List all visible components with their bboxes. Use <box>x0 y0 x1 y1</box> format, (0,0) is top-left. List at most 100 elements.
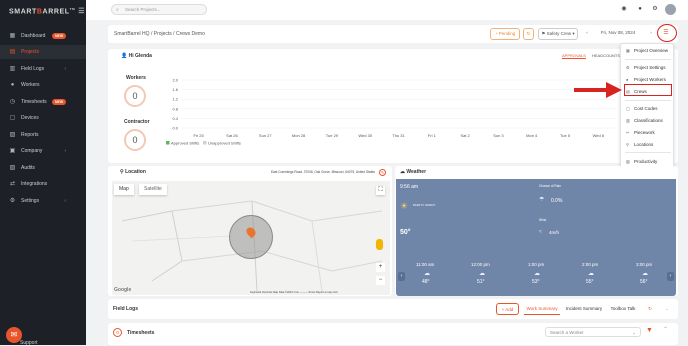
sidebar-item-settings[interactable]: ⚙ Settings ‹ <box>0 194 86 208</box>
field-logs-title: Field Logs <box>113 306 138 312</box>
sidebar-item-devices[interactable]: ▢ Devices <box>0 111 86 125</box>
smartbarrel-logo[interactable]: SMARTBARRELTM ☰ <box>9 7 85 15</box>
street-view-icon[interactable] <box>376 239 383 250</box>
zoom-in-button[interactable]: + <box>376 263 385 272</box>
refresh-icon[interactable]: ↻ <box>645 303 655 315</box>
tab-toolbox-talk[interactable]: Toolbox Talk <box>607 303 639 315</box>
bell-icon[interactable]: ◉ <box>620 5 628 13</box>
support-link[interactable]: Support <box>20 340 38 346</box>
menu-item-project-overview[interactable]: ▦ Project Overview <box>621 46 675 54</box>
sidebar-item-timesheets[interactable]: ◷ Timesheets NEW <box>0 95 86 109</box>
menu-item-piecework[interactable]: ✂ Piecework <box>621 128 675 136</box>
menu-item-productivity[interactable]: ▨ Productivity <box>621 157 675 165</box>
safety-crew-select[interactable]: ⚑ Safety Crew ▾ <box>538 28 578 40</box>
current-temp: 50° <box>400 229 411 236</box>
audits-icon: ▨ <box>9 164 16 171</box>
gear-icon[interactable]: ⚙ <box>651 5 659 13</box>
sidebar-item-field-logs[interactable]: ▥ Field Logs ‹ <box>0 62 86 76</box>
edit-location-icon[interactable]: ✎ <box>379 169 386 176</box>
sidebar-item-reports[interactable]: ▧ Reports <box>0 128 86 142</box>
weather-prev-button[interactable]: ‹ <box>398 272 405 281</box>
pending-button[interactable]: ◔ Pending <box>490 28 520 40</box>
menu-item-locations[interactable]: ⚲ Locations <box>621 140 675 148</box>
sidebar-item-projects[interactable]: ▤ Projects <box>0 45 86 59</box>
crews-highlight-box <box>624 84 672 96</box>
company-icon: ▣ <box>9 147 16 154</box>
sidebar: SMARTBARRELTM ☰ ▦ Dashboard NEW ▤ Project… <box>0 0 86 346</box>
weather-next-button[interactable]: › <box>667 272 674 281</box>
workers-count: 0 <box>124 85 146 107</box>
hour-temp: 53° <box>532 279 540 285</box>
cloud-icon: ☁ <box>588 271 594 277</box>
sidebar-item-integrations[interactable]: ⇄ Integrations <box>0 177 86 191</box>
x-tick-label: Wed 6 <box>593 133 605 138</box>
search-input[interactable]: ⌕ Search Projects... <box>111 4 207 15</box>
divider <box>625 152 671 153</box>
tab-headcounts[interactable]: HEADCOUNTS <box>592 53 620 58</box>
filter-icon[interactable]: ▼ <box>646 327 653 334</box>
cloud-icon: ☁ <box>642 271 648 277</box>
sidebar-item-audits[interactable]: ▨ Audits <box>0 161 86 175</box>
sidebar-item-dashboard[interactable]: ▦ Dashboard NEW <box>0 29 86 43</box>
timesheets-count: 0 <box>113 328 122 337</box>
hamburger-icon[interactable]: ☰ <box>78 8 85 15</box>
chevron-down-icon: ⌄ <box>632 330 636 335</box>
collapse-icon[interactable]: ⌄ <box>662 303 672 315</box>
x-tick-label: Fri 25 <box>194 133 205 138</box>
menu-item-project-workers[interactable]: ● Project Workers <box>621 75 675 83</box>
chevron-left-icon: ‹ <box>64 198 66 204</box>
contractor-label: Contractor <box>124 119 150 125</box>
x-tick-label: Tue 29 <box>326 133 339 138</box>
add-field-log-button[interactable]: + Add <box>496 303 519 315</box>
y-tick-label: 2.0 <box>172 78 178 83</box>
y-tick-label: 0.0 <box>172 126 178 131</box>
map-attribution[interactable]: Keyboard shortcuts Map Data ©2024 1 km —… <box>250 291 338 294</box>
sidebar-item-company[interactable]: ▣ Company ‹ <box>0 144 86 158</box>
rain-value: 0.0% <box>551 198 563 204</box>
refresh-button[interactable]: ↻ <box>523 28 534 40</box>
workers-label: Workers <box>126 75 146 81</box>
menu-item-cost-codes[interactable]: ▢ Cost Codes <box>621 104 675 112</box>
legend-swatch <box>166 141 170 145</box>
breadcrumb[interactable]: SmartBarrel HQ / Projects / Crews Demo <box>114 31 205 37</box>
avatar[interactable] <box>665 4 676 15</box>
date-display[interactable]: Fri, Nov 08, 2024 <box>594 28 642 40</box>
prev-date-button[interactable]: ‹ <box>582 28 592 40</box>
hour-time: 1:00 pm <box>528 262 545 267</box>
x-tick-label: Thu 31 <box>392 133 405 138</box>
x-tick-label: Mon 4 <box>526 133 538 138</box>
menu-item-classifications[interactable]: ▥ Classifications <box>621 116 675 124</box>
sidebar-item-workers[interactable]: ● Workers <box>0 78 86 92</box>
red-arrow-annotation <box>574 82 622 98</box>
tab-approvals[interactable]: APPROVALS <box>562 53 586 59</box>
tab-work-summary[interactable]: Work Summary <box>524 303 560 315</box>
cloud-icon: ☁ <box>400 169 405 175</box>
hour-temp: 48° <box>422 279 430 285</box>
fullscreen-icon[interactable]: ⛶ <box>376 186 385 195</box>
worker-search-input[interactable]: Search a Worker ⌄ <box>545 327 641 337</box>
chevron-left-icon: ‹ <box>64 66 66 72</box>
legend-label: Unapproved Shifts <box>208 141 241 146</box>
tab-incident-summary[interactable]: Incident Summary <box>564 303 604 315</box>
zoom-out-button[interactable]: − <box>376 276 385 285</box>
x-tick-label: Fri 1 <box>428 133 437 138</box>
hour-time: 2:00 pm <box>582 262 599 267</box>
piecework-icon: ✂ <box>626 129 630 135</box>
divider <box>625 59 671 60</box>
map-tab[interactable]: Map <box>114 184 134 195</box>
contractor-count: 0 <box>124 129 146 151</box>
cost-codes-icon: ▢ <box>626 105 630 111</box>
next-date-button[interactable]: › <box>646 28 656 40</box>
wind-icon: ≈ <box>539 229 542 235</box>
satellite-tab[interactable]: Satellite <box>139 184 167 195</box>
menu-item-project-settings[interactable]: ⚙ Project Settings <box>621 63 675 71</box>
google-logo: Google <box>114 287 132 293</box>
project-header: SmartBarrel HQ / Projects / Crews Demo ◔… <box>108 25 678 43</box>
devices-icon: ▢ <box>9 114 16 121</box>
workers-icon: ● <box>626 76 629 82</box>
help-icon[interactable]: ● <box>636 5 644 13</box>
hour-time: 3:00 pm <box>636 262 653 267</box>
gear-icon: ⚙ <box>626 64 630 70</box>
y-tick-label: 1.2 <box>172 97 178 102</box>
collapse-icon[interactable]: ⌃ <box>663 326 668 333</box>
